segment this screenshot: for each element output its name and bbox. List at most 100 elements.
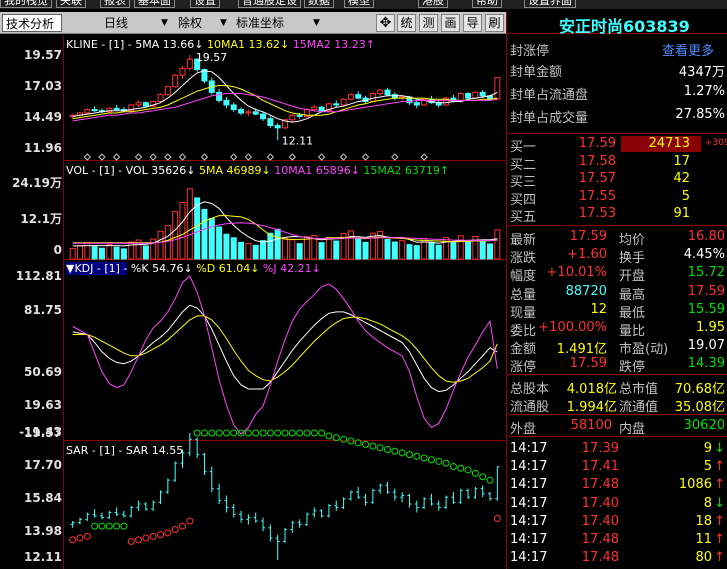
quote-label: 市盈(动) [619,342,669,358]
guide-button[interactable]: 导 [463,14,482,32]
tick-price: 17.40 [581,513,619,529]
chart-toolbar: 技术分析 日线 ▼ 除权 ▼ 标准坐标 ▼ ✥ 统 测 画 导 刷 [0,12,506,34]
crosshair-icon[interactable]: ✥ [376,14,395,32]
quote-value: 14.39 [687,356,725,372]
volume-bar [142,245,149,260]
view-more-link[interactable]: 查看更多 [662,40,714,59]
capital-row: 流通股 1.994亿 流通值 35.08亿 [507,396,727,415]
sar-dot [252,429,260,437]
candle-body [377,89,384,95]
tick-row: 14:17 17.40 18 ↑ [507,514,727,532]
section-divider [507,414,727,415]
volume-bar [303,236,310,260]
top-menu-item[interactable]: 模型 [344,0,374,8]
top-menu-item[interactable]: 我的栈览 [0,0,52,8]
top-menu-item[interactable]: 帮助 [472,0,502,8]
top-menu-item[interactable]: 港股 [418,0,448,8]
seal-stat-label: 封单占成交量 [510,111,589,126]
quote-value: 15.72 [687,265,725,281]
capital-label: 流通股 [510,400,550,415]
sar-dot [178,522,186,530]
sar-dot [325,432,333,440]
sar-dot [237,429,245,437]
buy-level-row[interactable]: 买五 17.53 91 [507,206,727,225]
volume-bar [260,240,267,260]
quote-label: 涨停 [510,360,537,376]
signal-diamond-icon [339,153,348,161]
charts-svg[interactable]: 19.57 12.11 [64,35,506,569]
capital-value: 70.68亿 [674,382,725,397]
top-menu-item[interactable]: 设置界面 [524,0,576,8]
candle-body [347,94,354,100]
buy-level-row[interactable]: 买三 17.57 42 [507,171,727,190]
tick-time: 14:17 [510,477,548,493]
top-menu-item[interactable]: 普通股定设 [238,0,301,8]
period-select[interactable]: 日线 ▼ [104,14,184,32]
quote-value: 17.59 [687,283,725,299]
top-menu-item[interactable]: 基本面 [134,0,175,8]
coord-select[interactable]: 标准坐标 ▼ [236,14,332,32]
sar-dot [127,537,135,545]
candle-body [216,91,223,101]
candle-body [384,89,391,96]
buy-price: 17.59 [578,136,616,151]
top-menu-item[interactable]: 数据 [304,0,334,8]
tick-price: 17.48 [581,550,619,566]
signal-diamond-icon [98,153,106,161]
signal-diamond-icon [288,153,297,161]
capital-value: 35.08亿 [674,400,725,415]
volume-bar [494,229,501,260]
measure-button[interactable]: 测 [419,14,438,32]
section-divider [507,374,727,375]
adjust-select[interactable]: 除权 ▼ [178,14,234,32]
draw-button[interactable]: 画 [441,14,460,32]
volume-bar [391,241,398,260]
signal-diamond-icon [112,153,121,161]
buy-level-row[interactable]: 买四 17.55 5 [507,188,727,208]
stat-button[interactable]: 统 [397,14,416,32]
seal-stat-value: 27.85% [675,107,725,122]
top-menu-item[interactable]: 关联 [56,0,86,8]
stock-title: 安正时尚603839 [559,17,690,36]
tick-direction-icon: ↑ [714,477,725,493]
top-menu-item[interactable]: 报表 [100,0,130,8]
sar-dot [354,439,362,447]
buy-change: +309 [705,138,727,148]
buy-level-row[interactable]: 买一 17.59 24713 +309 [507,136,727,155]
sar-dot [362,440,370,448]
top-menu-item[interactable]: 设置 [190,0,220,8]
buy-level-row[interactable]: 买二 17.58 17 [507,154,727,173]
sar-ytick: 12.11 [24,550,62,564]
volume-bar [289,239,296,260]
sar-dot [69,536,77,544]
candle-body [186,58,193,69]
tech-analysis-label[interactable]: 技术分析 [2,14,62,32]
buy-volume: 42 [673,171,690,186]
sar-dot [171,526,179,534]
tick-direction-icon: ↑ [714,532,725,547]
candle-body [494,77,501,100]
tick-row: 14:17 17.48 11 ↑ [507,532,727,550]
buy-volume: 5 [681,188,690,204]
refresh-button[interactable]: 刷 [485,14,504,32]
ma15-line [72,93,498,122]
candle-body [142,102,149,107]
kdj-k-line [72,304,498,393]
sar-dot [303,429,311,437]
tick-direction-icon: ↑ [714,550,725,566]
quote-row: 幅度 +10.01% 开盘 15.72 [507,265,727,284]
signal-diamond-icon [317,153,326,161]
outin-row: 外盘 58100 内盘 30620 [507,418,727,437]
buy-level-label: 买一 [510,140,537,155]
volume-bar [172,210,179,260]
quote-label: 委比 [510,324,537,339]
tick-volume: 5 [703,459,712,475]
volume-bar [216,226,223,260]
capital-label: 流通值 [619,400,659,415]
volume-bar [413,245,420,260]
coord-label: 标准坐标 [236,16,285,30]
sar-dot [486,476,494,484]
candle-body [223,99,230,106]
kdj-ytick: 19.63 [24,398,62,412]
candle-body [135,102,142,106]
